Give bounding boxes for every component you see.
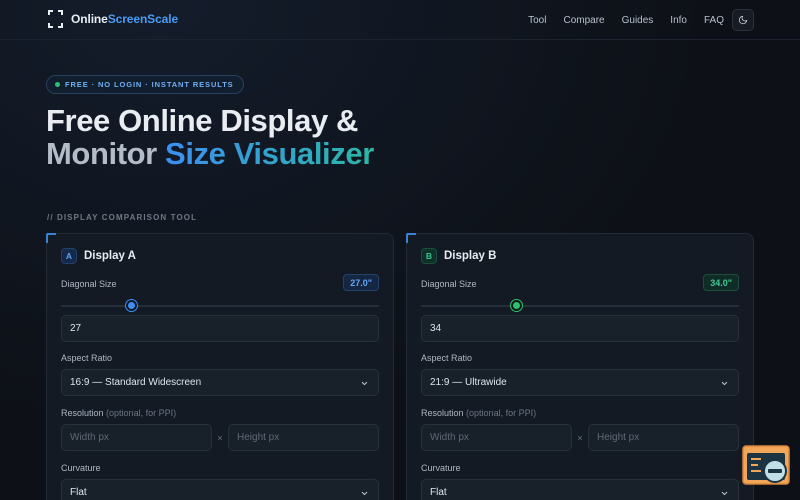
section-label: // DISPLAY COMPARISON TOOL: [47, 213, 198, 222]
chevron-down-icon: [361, 491, 368, 496]
status-dot-icon: [55, 82, 60, 87]
logo-text-main: Online: [71, 12, 108, 26]
page-title-line2-plain: Monitor: [46, 136, 166, 171]
hero-badge-text: FREE · NO LOGIN · INSTANT RESULTS: [65, 80, 234, 89]
aspect-ratio-label: Aspect Ratio: [61, 353, 113, 363]
resolution-label-text: Resolution: [61, 408, 104, 418]
aspect-ratio-select[interactable]: 16:9 — Standard Widescreen: [61, 369, 379, 396]
site-logo[interactable]: OnlineScreenScale: [48, 10, 178, 28]
support-chat-icon: [742, 445, 790, 485]
diagonal-input[interactable]: 34: [421, 315, 739, 342]
card-title: Display B: [444, 250, 497, 262]
page-title-line1: Free Online Display &: [46, 103, 359, 138]
logo-text-accent: ScreenScale: [107, 12, 179, 26]
card-corner-accent: [406, 233, 416, 243]
width-input[interactable]: Width px: [61, 424, 212, 451]
times-separator: ×: [577, 432, 583, 443]
screen-frame-icon: [48, 10, 63, 28]
curvature-label: Curvature: [421, 463, 461, 473]
nav-link-faq[interactable]: FAQ: [704, 15, 724, 26]
nav-link-info[interactable]: Info: [670, 15, 687, 26]
display-a-card: A Display A Diagonal Size 27.0" 27 Aspec…: [46, 233, 394, 500]
resolution-label-text: Resolution: [421, 408, 464, 418]
card-title: Display A: [84, 250, 136, 262]
card-corner-accent: [46, 233, 56, 243]
resolution-label: Resolution (optional, for PPI): [421, 408, 536, 418]
resolution-row: Width px × Height px: [421, 424, 739, 451]
slider-thumb[interactable]: [511, 300, 523, 311]
display-tag: A: [61, 248, 77, 264]
resolution-label: Resolution (optional, for PPI): [61, 408, 176, 418]
times-separator: ×: [217, 432, 223, 443]
display-b-card: B Display B Diagonal Size 34.0" 34 Aspec…: [406, 233, 754, 500]
chevron-down-icon: [721, 491, 728, 496]
nav-link-compare[interactable]: Compare: [563, 15, 604, 26]
site-header: OnlineScreenScale Tool Compare Guides In…: [0, 0, 800, 40]
chevron-down-icon: [721, 381, 728, 386]
nav-link-guides[interactable]: Guides: [622, 15, 654, 26]
height-input[interactable]: Height px: [588, 424, 739, 451]
card-header: B Display B: [421, 248, 496, 264]
resolution-row: Width px × Height px: [61, 424, 379, 451]
aspect-ratio-value: 21:9 — Ultrawide: [430, 377, 507, 388]
page-title-line2-accent: Size Visualizer: [165, 136, 374, 171]
curvature-value: Flat: [70, 487, 87, 498]
page-title: Free Online Display & Monitor Size Visua…: [46, 104, 374, 170]
main-nav: Tool Compare Guides Info FAQ: [528, 9, 754, 31]
aspect-ratio-select[interactable]: 21:9 — Ultrawide: [421, 369, 739, 396]
height-input[interactable]: Height px: [228, 424, 379, 451]
hero-badge: FREE · NO LOGIN · INSTANT RESULTS: [46, 75, 244, 94]
moon-icon: [738, 15, 748, 25]
diagonal-value-badge: 34.0": [703, 274, 739, 291]
curvature-select[interactable]: Flat: [61, 479, 379, 500]
theme-toggle-button[interactable]: [732, 9, 754, 31]
logo-text: OnlineScreenScale: [71, 12, 178, 26]
curvature-select[interactable]: Flat: [421, 479, 739, 500]
diagonal-input[interactable]: 27: [61, 315, 379, 342]
help-widget-button[interactable]: [742, 445, 790, 487]
nav-link-tool[interactable]: Tool: [528, 15, 546, 26]
diagonal-value-badge: 27.0": [343, 274, 379, 291]
resolution-hint: (optional, for PPI): [106, 408, 177, 418]
slider-thumb[interactable]: [125, 300, 137, 311]
diagonal-slider[interactable]: [421, 300, 739, 311]
aspect-ratio-value: 16:9 — Standard Widescreen: [70, 377, 202, 388]
chevron-down-icon: [361, 381, 368, 386]
card-header: A Display A: [61, 248, 136, 264]
resolution-hint: (optional, for PPI): [466, 408, 537, 418]
curvature-label: Curvature: [61, 463, 101, 473]
diagonal-size-label: Diagonal Size: [61, 279, 117, 289]
diagonal-size-label: Diagonal Size: [421, 279, 477, 289]
diagonal-slider[interactable]: [61, 300, 379, 311]
curvature-value: Flat: [430, 487, 447, 498]
width-input[interactable]: Width px: [421, 424, 572, 451]
display-tag: B: [421, 248, 437, 264]
aspect-ratio-label: Aspect Ratio: [421, 353, 473, 363]
